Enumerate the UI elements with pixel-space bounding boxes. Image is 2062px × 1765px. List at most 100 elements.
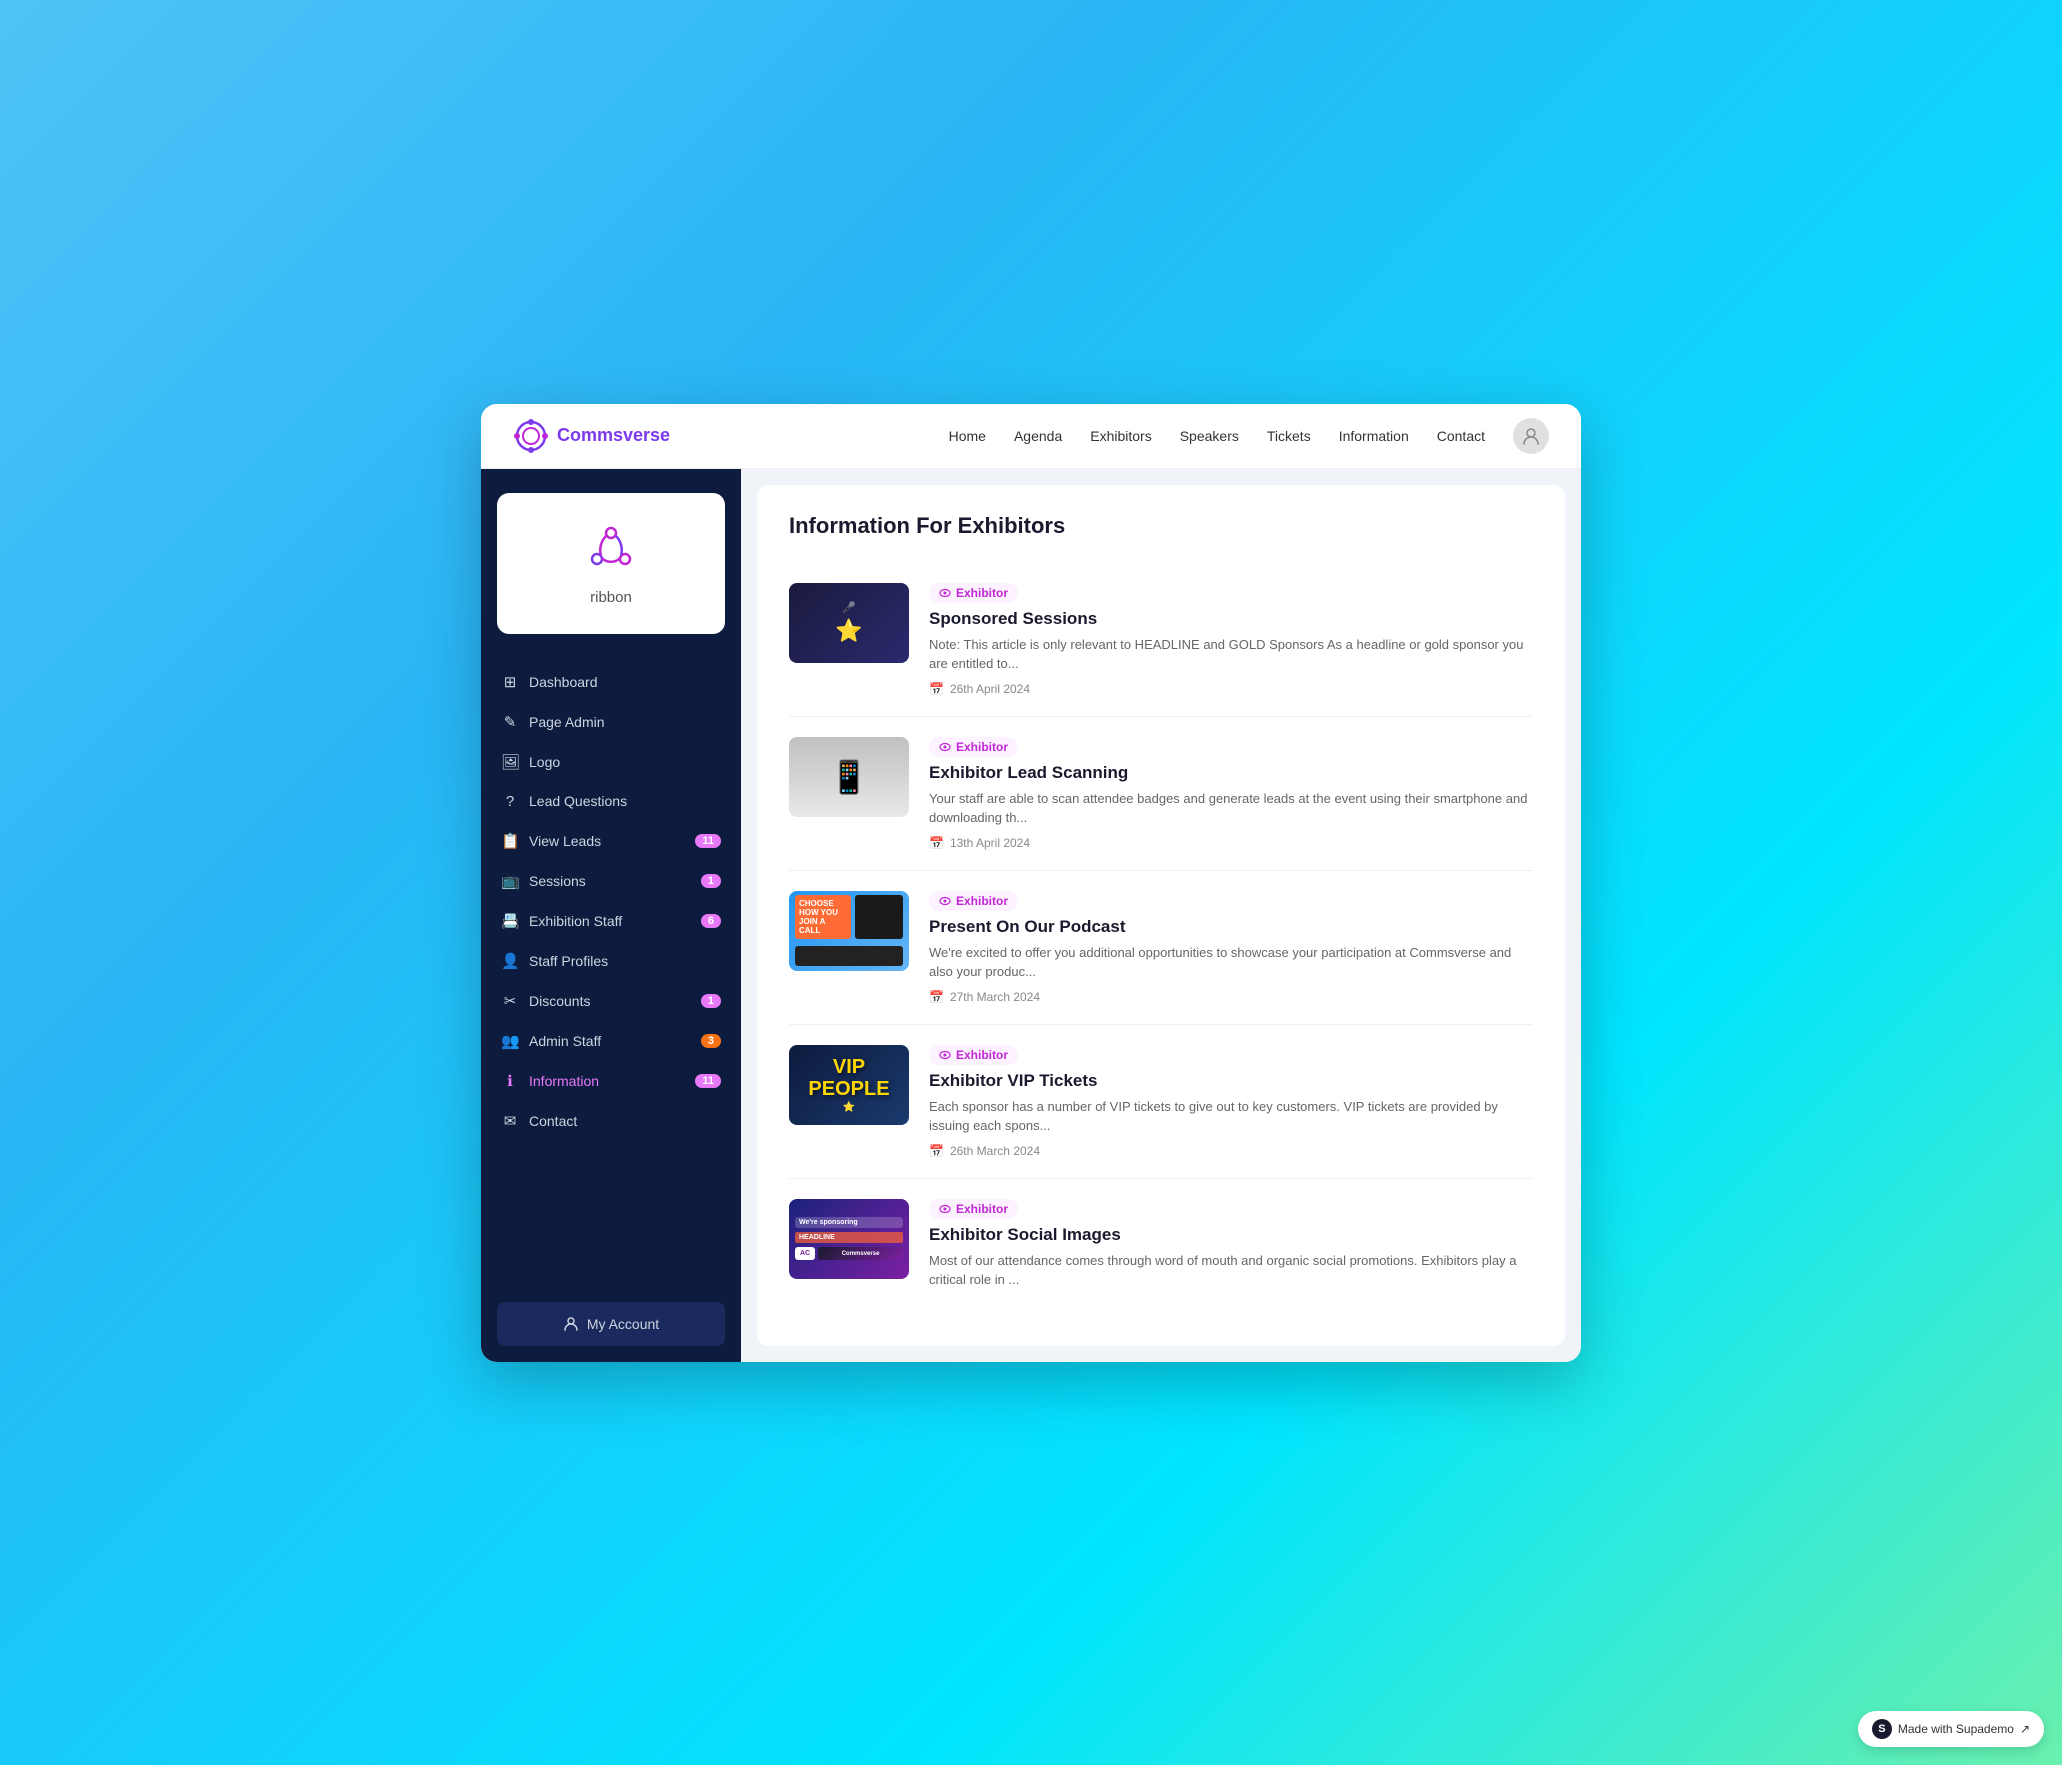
user-avatar[interactable] [1513,418,1549,454]
scanning-thumb-visual: 📱 [789,737,909,817]
article-excerpt-1: Your staff are able to scan attendee bad… [929,789,1533,828]
sidebar-item-label: Contact [529,1113,577,1129]
article-item-social-images[interactable]: We're sponsoring HEADLINE AC Commsverse [789,1179,1533,1318]
main-content: Information For Exhibitors 🎤 ⭐ [757,485,1565,1346]
sidebar-item-label: Logo [529,754,560,770]
sidebar-item-label: Dashboard [529,674,598,690]
article-title-3: Exhibitor VIP Tickets [929,1071,1533,1091]
article-thumb-vip-tickets: VIPPEOPLE ⭐ [789,1045,909,1125]
ribbon-icon [581,521,641,581]
main-layout: ribbon ⊞ Dashboard ✎ Page Admin 🖼 Logo [481,469,1581,1362]
article-date-0: 📅 26th April 2024 [929,682,1533,696]
sidebar-item-page-admin[interactable]: ✎ Page Admin [481,702,741,742]
eye-icon-3 [939,1049,951,1061]
sidebar-item-logo[interactable]: 🖼 Logo [481,742,741,782]
article-excerpt-4: Most of our attendance comes through wor… [929,1251,1533,1290]
article-thumb-social-images: We're sponsoring HEADLINE AC Commsverse [789,1199,909,1279]
nav-home[interactable]: Home [949,428,986,444]
sidebar-item-view-leads[interactable]: 📋 View Leads 11 [481,821,741,861]
social-thumb-visual: We're sponsoring HEADLINE AC Commsverse [789,1211,909,1266]
supademo-badge[interactable]: S Made with Supademo ↗ [1858,1711,2044,1747]
article-body-social-images: Exhibitor Exhibitor Social Images Most o… [929,1199,1533,1298]
sidebar-item-label: Lead Questions [529,793,627,809]
discounts-badge: 1 [701,994,721,1008]
article-item-podcast[interactable]: CHOOSE HOW YOU JOIN A CALL [789,871,1533,1025]
information-badge: 11 [695,1074,721,1088]
article-excerpt-3: Each sponsor has a number of VIP tickets… [929,1097,1533,1136]
exhibitor-tag-1: Exhibitor [929,737,1018,757]
sidebar-item-exhibition-staff[interactable]: 📇 Exhibition Staff 6 [481,901,741,941]
discounts-icon: ✂ [501,992,519,1010]
article-title-2: Present On Our Podcast [929,917,1533,937]
exhibitor-tag-2: Exhibitor [929,891,1018,911]
eye-icon-4 [939,1203,951,1215]
nav-tickets[interactable]: Tickets [1267,428,1311,444]
sidebar-item-admin-staff[interactable]: 👥 Admin Staff 3 [481,1021,741,1061]
exhibitor-tag-0: Exhibitor [929,583,1018,603]
calendar-icon-0: 📅 [929,682,944,696]
nav-contact[interactable]: Contact [1437,428,1485,444]
article-item-sponsored-sessions[interactable]: 🎤 ⭐ Exhibitor Sponsored Sessions [789,563,1533,717]
article-date-1: 📅 13th April 2024 [929,836,1533,850]
sessions-badge: 1 [701,874,721,888]
view-leads-badge: 11 [695,834,721,848]
article-item-lead-scanning[interactable]: 📱 Exhibitor Exhibitor Lead Scanning [789,717,1533,871]
sidebar-nav: ⊞ Dashboard ✎ Page Admin 🖼 Logo ? Lead Q… [481,654,741,1286]
contact-icon: ✉ [501,1112,519,1130]
nav-exhibitors[interactable]: Exhibitors [1090,428,1151,444]
view-leads-icon: 📋 [501,832,519,850]
sidebar-item-sessions[interactable]: 📺 Sessions 1 [481,861,741,901]
admin-staff-badge: 3 [701,1034,721,1048]
eye-icon-1 [939,741,951,753]
eye-icon-0 [939,587,951,599]
supademo-label: Made with Supademo [1898,1722,2014,1736]
sidebar-item-label: Information [529,1073,599,1089]
sessions-icon: 📺 [501,872,519,890]
article-thumb-sponsored-sessions: 🎤 ⭐ [789,583,909,663]
ribbon-logo: ribbon [581,521,641,606]
nav-information[interactable]: Information [1339,428,1409,444]
dashboard-icon: ⊞ [501,673,519,691]
sidebar-item-lead-questions[interactable]: ? Lead Questions [481,782,741,821]
article-item-vip-tickets[interactable]: VIPPEOPLE ⭐ Exhibitor Exhibitor VIP [789,1025,1533,1179]
sidebar-item-information[interactable]: ℹ Information 11 [481,1061,741,1101]
article-list: 🎤 ⭐ Exhibitor Sponsored Sessions [789,563,1533,1318]
article-date-3: 📅 26th March 2024 [929,1144,1533,1158]
eye-icon-2 [939,895,951,907]
nav-speakers[interactable]: Speakers [1180,428,1239,444]
exhibition-staff-icon: 📇 [501,912,519,930]
my-account-icon [563,1316,579,1332]
sidebar-item-label: Discounts [529,993,590,1009]
sidebar: ribbon ⊞ Dashboard ✎ Page Admin 🖼 Logo [481,469,741,1362]
sidebar-item-label: Sessions [529,873,586,889]
article-thumb-podcast: CHOOSE HOW YOU JOIN A CALL [789,891,909,971]
my-account-button[interactable]: My Account [497,1302,725,1346]
brand-logo[interactable]: Commsverse [513,418,670,454]
article-title-1: Exhibitor Lead Scanning [929,763,1533,783]
nav-agenda[interactable]: Agenda [1014,428,1062,444]
top-nav: Commsverse Home Agenda Exhibitors Speake… [481,404,1581,469]
commsverse-logo-icon [513,418,549,454]
browser-window: Commsverse Home Agenda Exhibitors Speake… [481,404,1581,1362]
brand-name: Commsverse [557,425,670,446]
page-title: Information For Exhibitors [789,513,1533,539]
article-title-0: Sponsored Sessions [929,609,1533,629]
podcast-thumb-visual: CHOOSE HOW YOU JOIN A CALL [789,891,909,971]
article-excerpt-0: Note: This article is only relevant to H… [929,635,1533,674]
calendar-icon-3: 📅 [929,1144,944,1158]
company-logo-card: ribbon [497,493,725,634]
sidebar-item-label: Admin Staff [529,1033,601,1049]
sidebar-item-contact[interactable]: ✉ Contact [481,1101,741,1141]
exhibition-staff-badge: 6 [701,914,721,928]
my-account-label: My Account [587,1316,659,1332]
article-body-vip-tickets: Exhibitor Exhibitor VIP Tickets Each spo… [929,1045,1533,1158]
sidebar-item-dashboard[interactable]: ⊞ Dashboard [481,662,741,702]
admin-staff-icon: 👥 [501,1032,519,1050]
exhibitor-tag-4: Exhibitor [929,1199,1018,1219]
sidebar-item-discounts[interactable]: ✂ Discounts 1 [481,981,741,1021]
company-name-label: ribbon [590,589,632,606]
supademo-logo: S [1872,1719,1892,1739]
sidebar-item-staff-profiles[interactable]: 👤 Staff Profiles [481,941,741,981]
information-icon: ℹ [501,1072,519,1090]
article-body-podcast: Exhibitor Present On Our Podcast We're e… [929,891,1533,1004]
